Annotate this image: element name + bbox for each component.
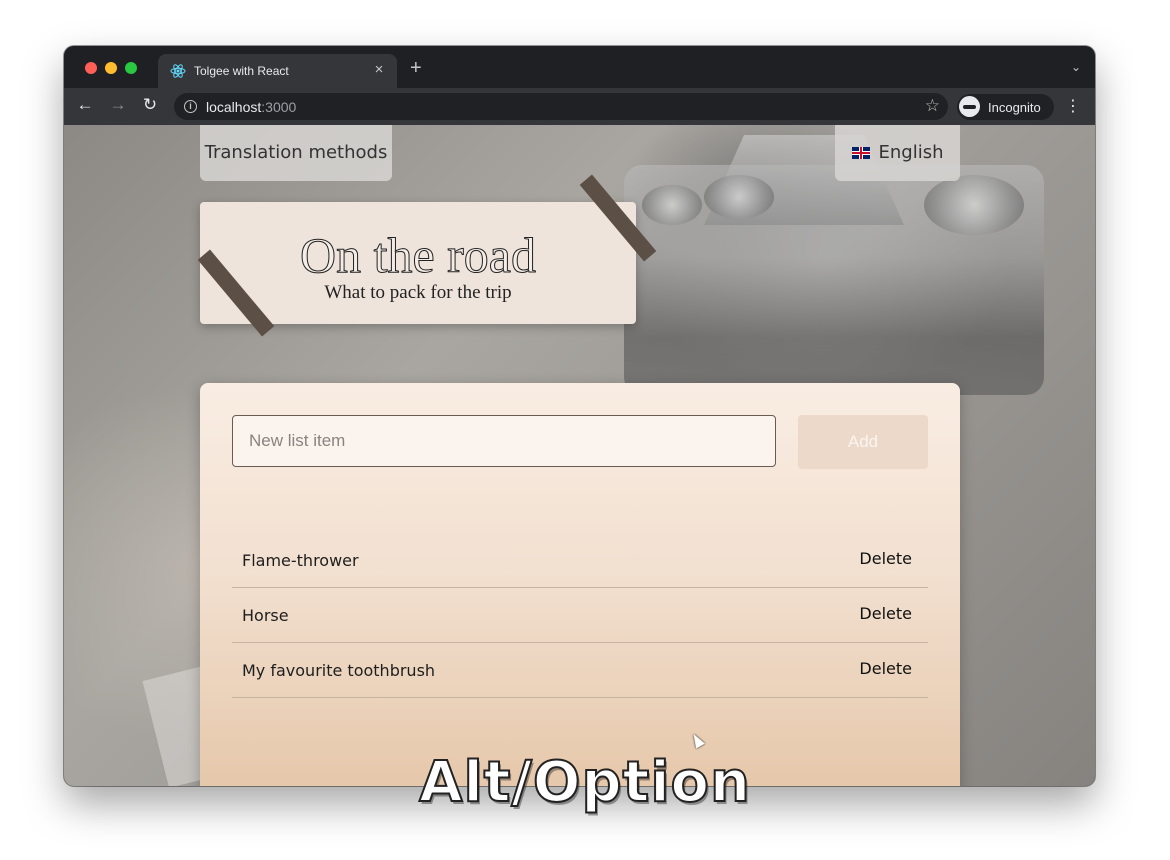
back-arrow-icon[interactable]: ← xyxy=(74,95,96,115)
new-item-input[interactable] xyxy=(232,415,776,467)
language-selector[interactable]: English xyxy=(835,125,960,181)
packing-list-card: Add Flame-thrower Delete Horse Delete My… xyxy=(200,383,960,786)
close-tab-icon[interactable]: × xyxy=(371,61,387,78)
background-dial xyxy=(704,175,774,219)
incognito-label: Incognito xyxy=(988,100,1041,115)
language-label: English xyxy=(878,142,944,163)
list-item: Horse Delete xyxy=(232,588,928,643)
background-dial xyxy=(642,185,702,225)
keyboard-caption: Alt/Option xyxy=(418,749,751,816)
site-info-icon[interactable]: i xyxy=(184,100,197,113)
url-text: localhost:3000 xyxy=(206,99,296,115)
title-card: On the road What to pack for the trip xyxy=(200,202,636,324)
url-host: localhost xyxy=(206,99,262,115)
incognito-profile-button[interactable]: Incognito xyxy=(957,94,1054,120)
new-tab-button[interactable]: + xyxy=(410,58,422,78)
tab-tolgee[interactable]: Tolgee with React × xyxy=(158,54,397,88)
minimize-window-button[interactable] xyxy=(105,62,117,74)
list-item-text: Horse xyxy=(242,606,289,625)
delete-button[interactable]: Delete xyxy=(859,549,912,568)
page-title: On the road xyxy=(299,227,537,284)
page-viewport: Translation methods English On the road … xyxy=(64,125,1095,786)
list-item: Flame-thrower Delete xyxy=(232,533,928,588)
tab-strip: Tolgee with React × + ⌄ xyxy=(64,46,1095,88)
browser-window: Tolgee with React × + ⌄ ← → ↻ i localhos… xyxy=(64,46,1095,786)
tab-search-chevron-icon[interactable]: ⌄ xyxy=(1071,60,1081,74)
incognito-icon xyxy=(959,96,980,117)
forward-arrow-icon[interactable]: → xyxy=(107,95,129,115)
close-window-button[interactable] xyxy=(85,62,97,74)
page-subtitle: What to pack for the trip xyxy=(324,282,512,303)
list-item-text: My favourite toothbrush xyxy=(242,661,436,680)
reload-icon[interactable]: ↻ xyxy=(139,95,161,115)
list-item-text: Flame-thrower xyxy=(242,551,359,570)
react-icon xyxy=(170,64,186,78)
url-port: :3000 xyxy=(261,99,297,115)
tab-title: Tolgee with React xyxy=(194,64,289,78)
delete-button[interactable]: Delete xyxy=(859,604,912,623)
translation-methods-button[interactable]: Translation methods xyxy=(200,125,392,181)
browser-toolbar: ← → ↻ i localhost:3000 ☆ Incognito ⋮ xyxy=(64,88,1095,125)
background-dial xyxy=(924,175,1024,235)
maximize-window-button[interactable] xyxy=(125,62,137,74)
uk-flag-icon xyxy=(851,147,870,159)
address-bar[interactable]: i localhost:3000 ☆ xyxy=(174,93,948,120)
bookmark-star-icon[interactable]: ☆ xyxy=(925,96,940,116)
item-list: Flame-thrower Delete Horse Delete My fav… xyxy=(232,533,928,698)
browser-menu-icon[interactable]: ⋮ xyxy=(1065,96,1081,116)
list-item: My favourite toothbrush Delete xyxy=(232,643,928,698)
delete-button[interactable]: Delete xyxy=(859,659,912,678)
add-button[interactable]: Add xyxy=(798,415,928,469)
